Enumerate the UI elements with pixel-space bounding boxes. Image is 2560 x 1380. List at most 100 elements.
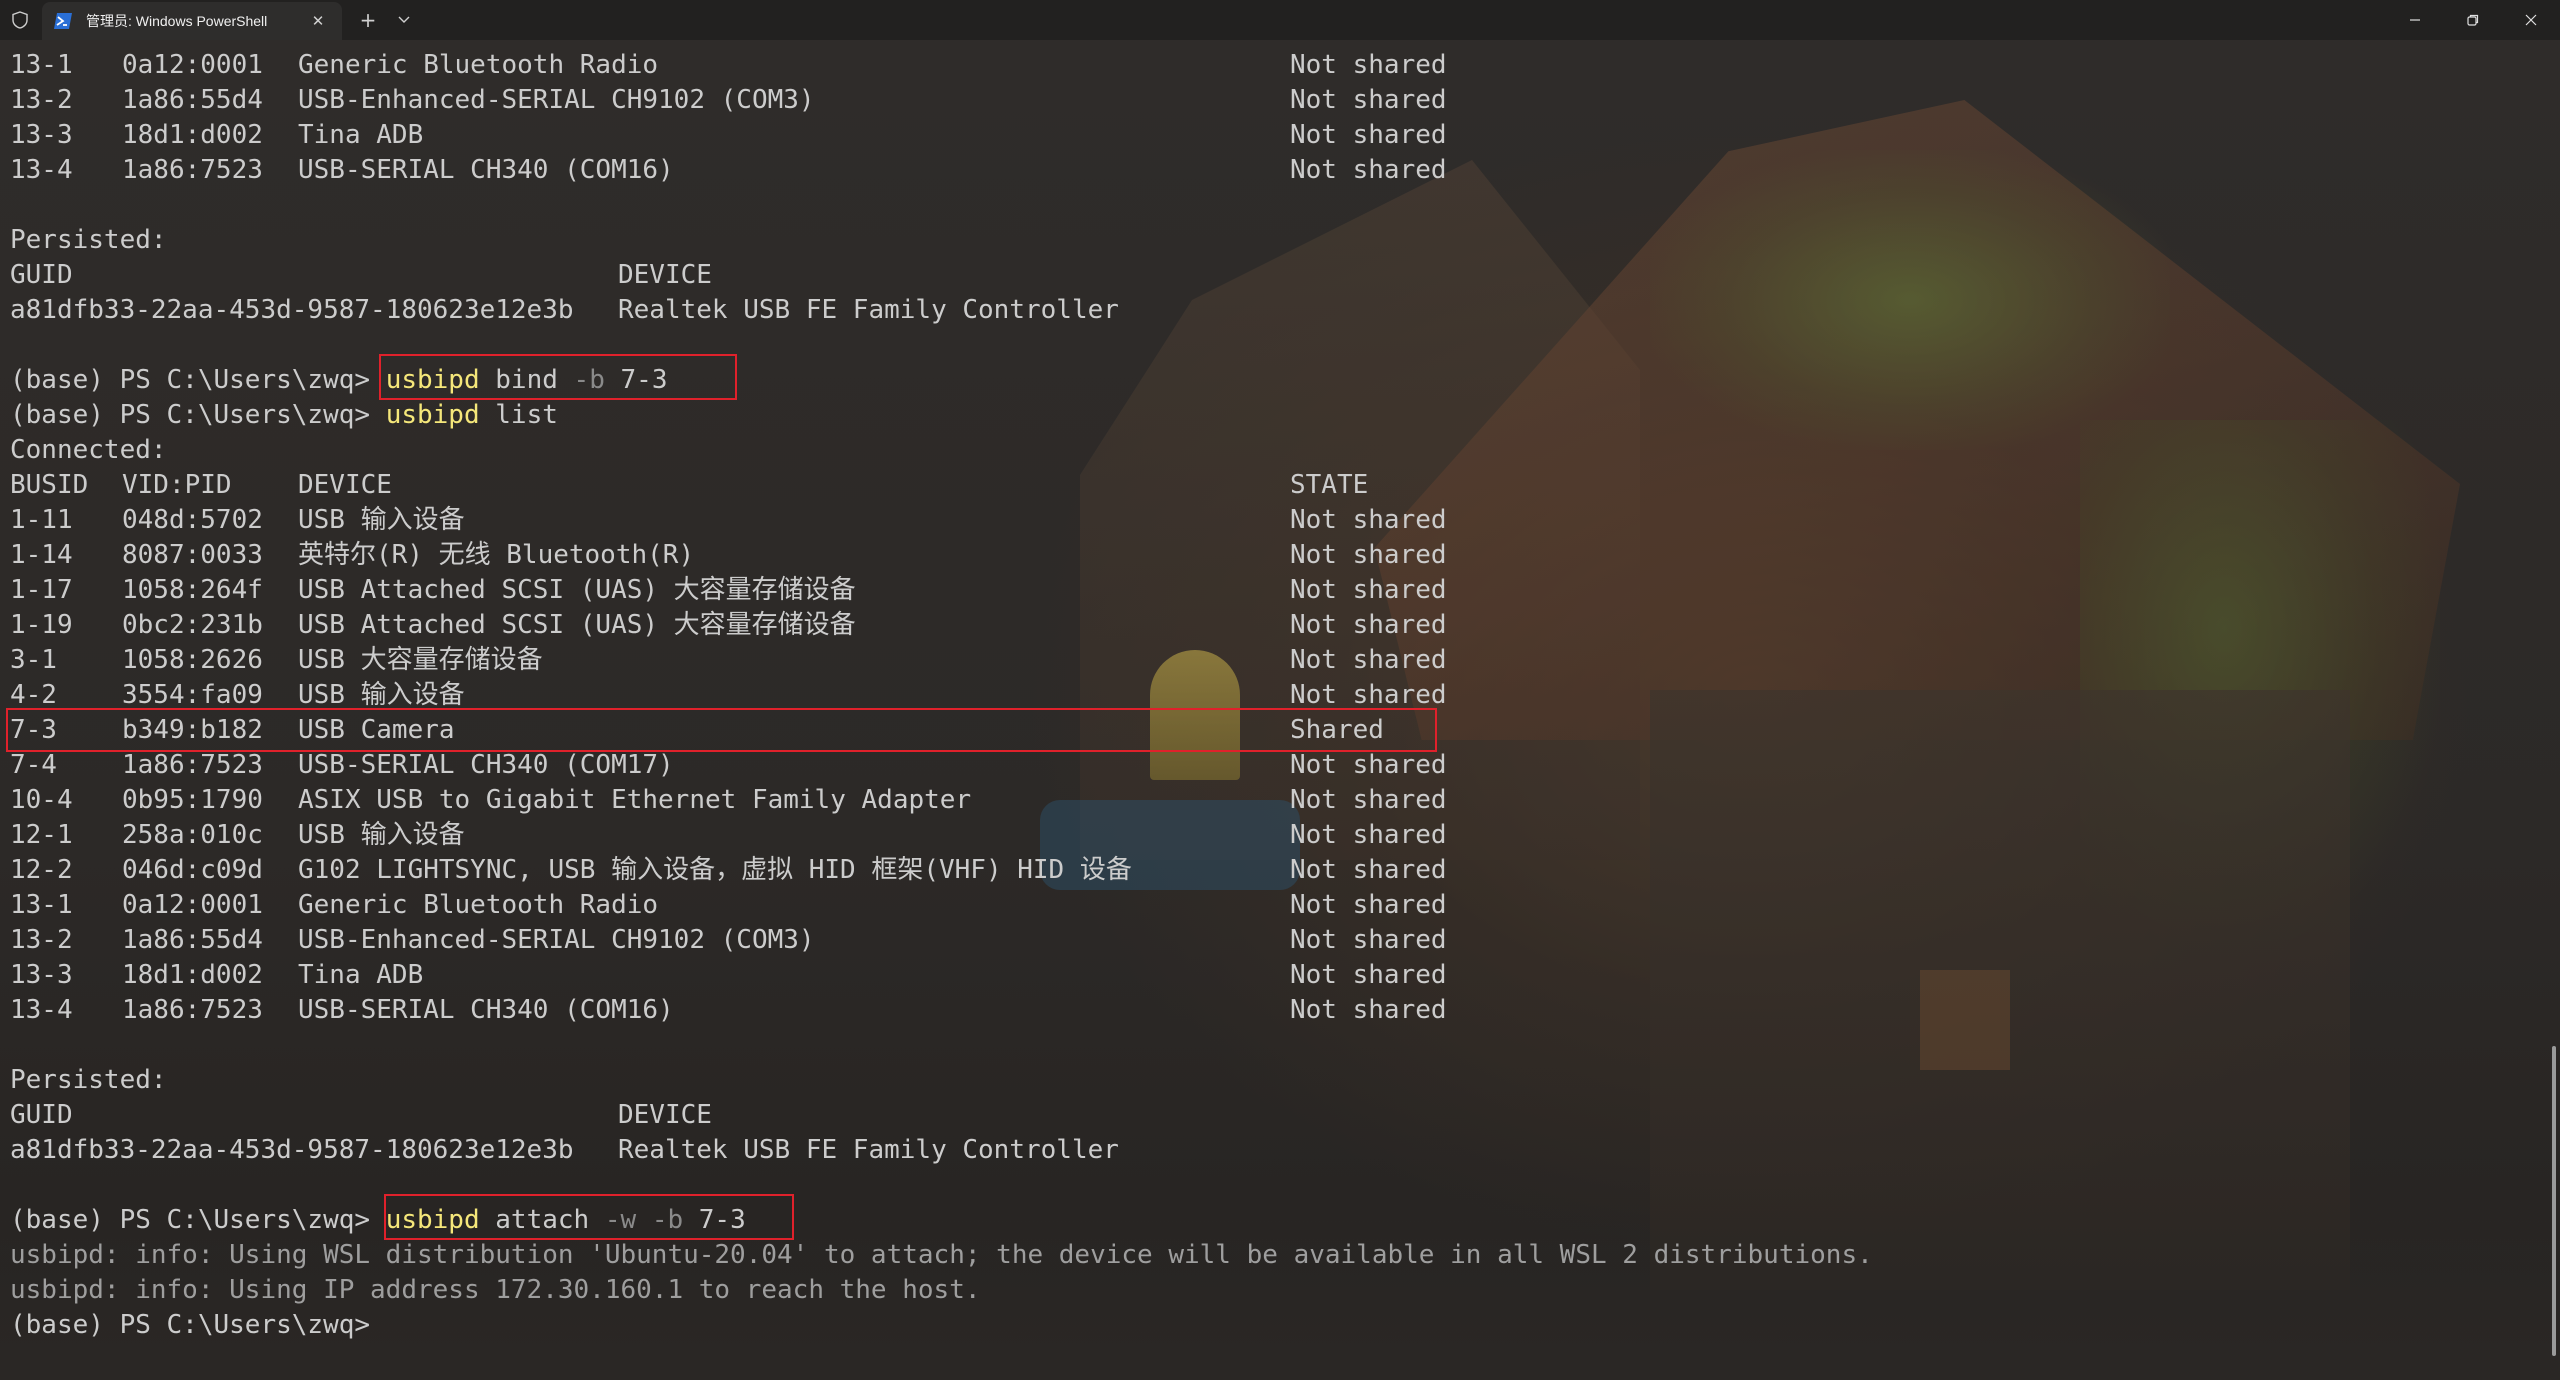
busid: 4-2 [10, 680, 57, 710]
command-line[interactable]: (base) PS C:\Users\zwq> [10, 1308, 2540, 1343]
command-arg: 7-3 [698, 1205, 746, 1235]
device-name: USB-Enhanced-SERIAL CH9102 (COM3) [298, 85, 815, 115]
busid: 13-1 [10, 50, 73, 80]
device-state: Not shared [1290, 575, 1447, 605]
device-state: Not shared [1290, 995, 1447, 1025]
vidpid: 1058:2626 [122, 645, 263, 675]
device-state: Not shared [1290, 155, 1447, 185]
vidpid: 1a86:7523 [122, 155, 263, 185]
device-state: Not shared [1290, 820, 1447, 850]
device-name: G102 LIGHTSYNC, USB 输入设备，虚拟 HID 框架(VHF) … [298, 855, 1132, 885]
tab-title: 管理员: Windows PowerShell [86, 13, 268, 29]
device-state: Not shared [1290, 925, 1447, 955]
device-state: Not shared [1290, 610, 1447, 640]
device-list: 1-11 048d:5702 USB 输入设备 Not shared 1-14 8087:… [10, 503, 2540, 1028]
command-flag: -b [651, 1205, 684, 1235]
busid: 13-4 [10, 155, 73, 185]
vidpid: 1a86:55d4 [122, 925, 263, 955]
vidpid: 258a:010c [122, 820, 263, 850]
device-state: Not shared [1290, 120, 1447, 150]
busid: 3-1 [10, 645, 57, 675]
restore-icon[interactable] [2444, 0, 2502, 40]
device-name: Realtek USB FE Family Controller [618, 295, 1119, 325]
device-header: DEVICE [618, 1100, 712, 1130]
prompt: (base) PS C:\Users\zwq> [10, 1205, 371, 1235]
vidpid: 048d:5702 [122, 505, 263, 535]
command-program: usbipd [385, 400, 480, 430]
command-line: (base) PS C:\Users\zwq> usbipd list [10, 398, 2540, 433]
command-arg: 7-3 [620, 365, 668, 395]
guid-value: a81dfb33-22aa-453d-9587-180623e12e3b [10, 1135, 574, 1165]
busid: 12-1 [10, 820, 73, 850]
prompt: (base) PS C:\Users\zwq> [10, 400, 371, 430]
device-name: USB-SERIAL CH340 (COM16) [298, 995, 674, 1025]
close-window-icon[interactable] [2502, 0, 2560, 40]
command-flag: -w [604, 1205, 637, 1235]
prompt: (base) PS C:\Users\zwq> [10, 1310, 371, 1340]
busid: 7-4 [10, 750, 57, 780]
shield-icon [0, 0, 40, 40]
device-row: 4-2 3554:fa09 USB 输入设备 Not shared [10, 678, 2540, 713]
vidpid: 0b95:1790 [122, 785, 263, 815]
vidpid: 8087:0033 [122, 540, 263, 570]
connected-heading: Connected: [10, 435, 167, 465]
title-bar: 管理员: Windows PowerShell ✕ + [0, 0, 2560, 40]
scrollbar[interactable] [2552, 1046, 2556, 1356]
device-header: DEVICE [618, 260, 712, 290]
device-row: 12-2 046d:c09d G102 LIGHTSYNC, USB 输入设备，虚拟… [10, 853, 2540, 888]
vidpid: 18d1:d002 [122, 960, 263, 990]
guid-header: GUID [10, 1100, 73, 1130]
persisted-header-row: GUID DEVICE [10, 258, 2540, 293]
vidpid-header: VID:PID [122, 470, 232, 500]
new-tab-button[interactable]: + [350, 0, 386, 40]
tab-powershell[interactable]: 管理员: Windows PowerShell ✕ [42, 2, 342, 40]
persisted-label: Persisted: [10, 223, 2540, 258]
device-name: Generic Bluetooth Radio [298, 50, 659, 80]
device-row: 7-4 1a86:7523 USB-SERIAL CH340 (COM17) Not … [10, 748, 2540, 783]
device-state: Not shared [1290, 85, 1447, 115]
device-row: 13-1 0a12:0001 Generic Bluetooth Radio Not … [10, 888, 2540, 923]
guid-value: a81dfb33-22aa-453d-9587-180623e12e3b [10, 295, 574, 325]
vidpid: 1a86:7523 [122, 750, 263, 780]
chevron-down-icon[interactable] [386, 0, 422, 40]
vidpid: 3554:fa09 [122, 680, 263, 710]
device-name: USB-SERIAL CH340 (COM16) [298, 155, 674, 185]
window-controls [2386, 0, 2560, 40]
powershell-icon [52, 10, 74, 32]
device-state: Not shared [1290, 785, 1447, 815]
info-line: usbipd: info: Using IP address 172.30.16… [10, 1275, 981, 1305]
device-name: USB 大容量存储设备 [298, 645, 543, 675]
busid: 1-14 [10, 540, 73, 570]
device-state: Not shared [1290, 890, 1447, 920]
device-row: 13-3 18d1:d002 Tina ADB Not shared [10, 958, 2540, 993]
busid: 12-2 [10, 855, 73, 885]
close-icon[interactable]: ✕ [308, 11, 328, 31]
device-row: 7-3 b349:b182 USB Camera Shared [10, 713, 2540, 748]
vidpid: 0bc2:231b [122, 610, 263, 640]
vidpid: 0a12:0001 [122, 50, 263, 80]
device-row: 13-4 1a86:7523 USB-SERIAL CH340 (COM16) … [10, 153, 2540, 188]
command-program: usbipd [385, 1205, 480, 1235]
minimize-icon[interactable] [2386, 0, 2444, 40]
terminal-window: 管理员: Windows PowerShell ✕ + 13-1 0a12:00… [0, 0, 2560, 1380]
vidpid: 18d1:d002 [122, 120, 263, 150]
device-state: Not shared [1290, 540, 1447, 570]
device-state: Not shared [1290, 505, 1447, 535]
device-name: Tina ADB [298, 120, 424, 150]
command-line: (base) PS C:\Users\zwq> usbipd attach -w… [10, 1203, 2540, 1238]
vidpid: 046d:c09d [122, 855, 263, 885]
device-row: 13-3 18d1:d002 Tina ADB Not shared [10, 118, 2540, 153]
busid-header: BUSID [10, 470, 89, 500]
device-row: 12-1 258a:010c USB 输入设备 Not shared [10, 818, 2540, 853]
terminal-output[interactable]: 13-1 0a12:0001 Generic Bluetooth Radio N… [6, 48, 2540, 1343]
device-name: USB 输入设备 [298, 505, 465, 535]
device-state: Not shared [1290, 645, 1447, 675]
device-name: USB-SERIAL CH340 (COM17) [298, 750, 674, 780]
device-name: USB Camera [298, 715, 455, 745]
device-state: Not shared [1290, 50, 1447, 80]
busid: 10-4 [10, 785, 73, 815]
device-row: 1-17 1058:264f USB Attached SCSI (UAS) 大容量… [10, 573, 2540, 608]
device-row: 13-2 1a86:55d4 USB-Enhanced-SERIAL CH910… [10, 83, 2540, 118]
